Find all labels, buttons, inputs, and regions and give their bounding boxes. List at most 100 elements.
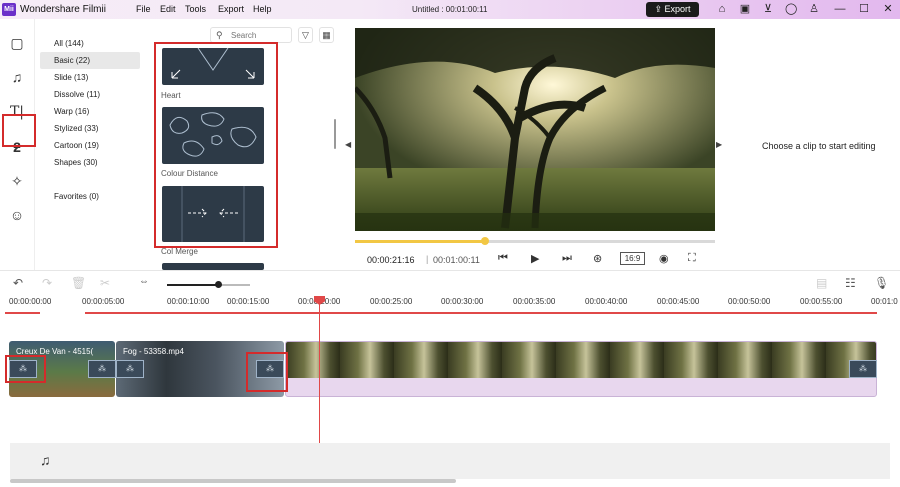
transitions-highlight-frame [154, 42, 278, 248]
current-time: 00:00:21:16 [367, 255, 415, 265]
transition-highlight-box [5, 355, 46, 383]
filter-button[interactable]: ▽ [298, 27, 313, 43]
stickers-icon[interactable]: ☺ [7, 205, 27, 225]
clip-title: Fog - 53358.mp4 [123, 347, 184, 356]
maximize-icon[interactable]: ☐ [858, 3, 870, 15]
export-button[interactable]: ⇪ Export [646, 2, 699, 17]
menu-edit[interactable]: Edit [160, 4, 176, 14]
ruler-range-marker [85, 312, 877, 314]
effects-icon[interactable]: ✧ [7, 171, 27, 191]
transition-highlight-box [246, 352, 288, 392]
category-dissolve[interactable]: Dissolve (11) [40, 86, 140, 103]
ruler-label: 00:00:40:00 [585, 297, 628, 306]
ruler-label: 00:00:55:00 [800, 297, 843, 306]
ruler-label: 00:00:15:00 [227, 297, 270, 306]
collapse-right-icon[interactable]: ▶ [716, 140, 722, 149]
audio-track[interactable] [10, 443, 890, 479]
grid-icon: ▦ [322, 30, 331, 40]
timeline-scrollbar[interactable] [10, 479, 456, 483]
zoom-fill [167, 284, 219, 286]
music-track-icon: ♫ [40, 452, 51, 468]
transition-label-col-merge: Col Merge [161, 247, 198, 256]
ruler-label: 00:00:35:00 [513, 297, 556, 306]
ruler-label: 00:01:0 [871, 297, 898, 306]
menu-file[interactable]: File [136, 4, 151, 14]
app-logo: Mii [2, 3, 16, 16]
ruler-range-marker [5, 312, 40, 314]
ruler-label: 00:00:25:00 [370, 297, 413, 306]
fullscreen-icon[interactable]: ⛶ [688, 252, 696, 265]
progress-knob[interactable] [480, 237, 489, 245]
progress-fill [355, 240, 485, 243]
library-scrollbar[interactable] [334, 119, 336, 149]
search-icon: ⚲ [216, 30, 223, 40]
ruler-label: 00:00:05:00 [82, 297, 125, 306]
fit-timeline-icon[interactable]: ⇔ [139, 276, 149, 287]
video-clip-forest[interactable] [285, 341, 877, 397]
save-icon[interactable]: ▣ [739, 3, 751, 15]
filter-icon: ▽ [302, 30, 309, 40]
menu-help[interactable]: Help [253, 4, 272, 14]
home-icon[interactable]: ⌂ [716, 3, 728, 15]
category-list: All (144) Basic (22) Slide (13) Dissolve… [40, 35, 140, 205]
media-icon[interactable]: ▢ [7, 33, 27, 53]
close-icon[interactable]: ✕ [882, 3, 894, 15]
minimize-icon[interactable]: — [834, 3, 846, 15]
export-label: Export [664, 4, 691, 14]
undo-icon[interactable]: ↶ [13, 276, 23, 290]
forest-scene [355, 28, 715, 231]
preview-video [355, 28, 715, 231]
document-title: Untitled : 00:01:00:11 [412, 5, 488, 14]
category-slide[interactable]: Slide (13) [40, 69, 140, 86]
adjust-icon[interactable]: ☷ [845, 276, 856, 290]
ruler-label: 00:00:50:00 [728, 297, 771, 306]
aspect-ratio-button[interactable]: 16:9 [620, 252, 645, 265]
zoom-slider[interactable] [167, 281, 250, 288]
transitions-highlight [2, 114, 36, 147]
cut-icon[interactable]: ✂ [100, 276, 110, 290]
transition-thumb-next[interactable] [162, 263, 264, 270]
category-favorites[interactable]: Favorites (0) [40, 188, 140, 205]
user-icon[interactable]: ◯ [785, 3, 797, 15]
ruler-label: 00:00:30:00 [441, 297, 484, 306]
category-shapes[interactable]: Shapes (30) [40, 154, 140, 171]
menu-tools[interactable]: Tools [185, 4, 206, 14]
collapse-left-icon[interactable]: ◀ [345, 140, 351, 149]
transition-marker[interactable]: ⁂ [88, 360, 116, 378]
transition-marker-icon: ⁂ [98, 364, 106, 373]
timeline-toolbar [0, 270, 900, 296]
snapshot-icon[interactable]: ◉ [659, 252, 669, 265]
cart-icon[interactable]: ⊻ [762, 3, 774, 15]
prev-frame-icon[interactable]: ⏮ [498, 252, 508, 265]
transition-marker[interactable]: ⁂ [116, 360, 144, 378]
category-stylized[interactable]: Stylized (33) [40, 120, 140, 137]
category-spacer [40, 171, 140, 188]
transition-marker-icon: ⁂ [859, 364, 867, 373]
music-icon[interactable]: ♫ [7, 67, 27, 87]
marker-icon[interactable]: ▤ [816, 276, 827, 290]
grid-view-button[interactable]: ▦ [319, 27, 334, 43]
search-box[interactable]: ⚲ [210, 27, 292, 43]
ruler-label: 00:00:10:00 [167, 297, 210, 306]
category-all[interactable]: All (144) [40, 35, 140, 52]
next-frame-icon[interactable]: ⏭ [562, 252, 572, 265]
playback-progress[interactable] [355, 237, 715, 245]
shirt-icon[interactable]: ♙ [808, 3, 820, 15]
transition-marker[interactable]: ⁂ [849, 360, 877, 378]
title-bar: Mii Wondershare Filmii File Edit Tools E… [0, 0, 900, 19]
microphone-icon[interactable]: 🎙 [874, 276, 889, 290]
redo-icon[interactable]: ↷ [42, 276, 52, 290]
search-input[interactable] [231, 30, 289, 41]
category-cartoon[interactable]: Cartoon (19) [40, 137, 140, 154]
transition-marker-icon: ⁂ [126, 364, 134, 373]
delete-icon[interactable]: 🗑 [71, 276, 86, 290]
editor-placeholder-text: Choose a clip to start editing [762, 141, 876, 151]
ruler-label: 00:00:45:00 [657, 297, 700, 306]
menu-export[interactable]: Export [218, 4, 244, 14]
category-warp[interactable]: Warp (16) [40, 103, 140, 120]
render-icon[interactable]: ⊛ [593, 252, 602, 265]
category-basic[interactable]: Basic (22) [40, 52, 140, 69]
play-icon[interactable]: ▶ [531, 252, 539, 265]
upload-icon: ⇪ [654, 4, 665, 14]
app-title: Wondershare Filmii [20, 4, 106, 15]
